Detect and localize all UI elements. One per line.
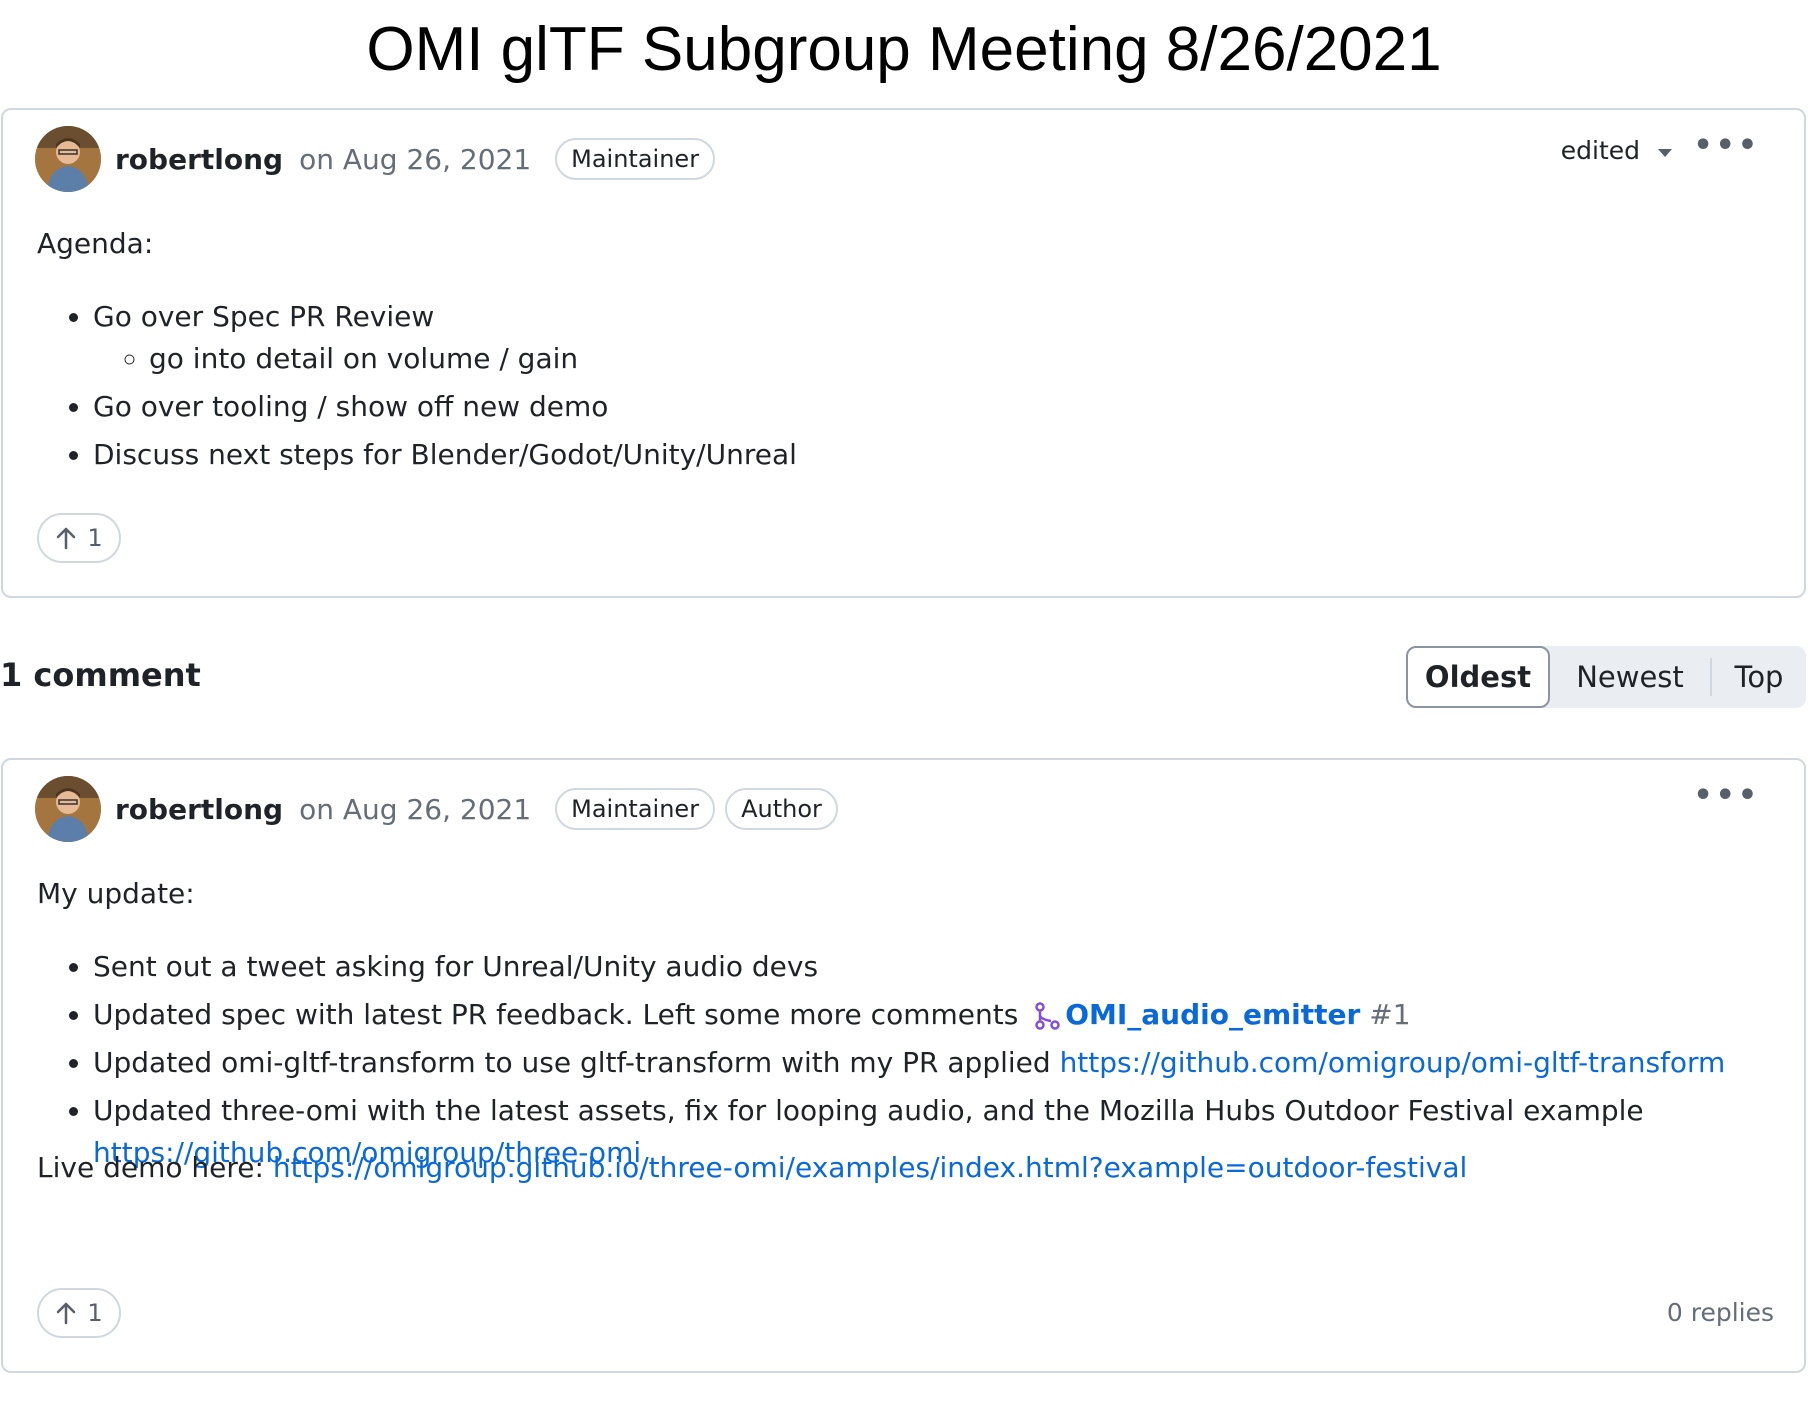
post-header: robertlong on Aug 26, 2021 Maintainer	[35, 126, 716, 192]
list-item: Discuss next steps for Blender/Godot/Uni…	[93, 434, 797, 476]
agenda-list: Go over Spec PR Review go into detail on…	[37, 296, 797, 482]
comment-card: robertlong on Aug 26, 2021 Maintainer Au…	[1, 758, 1806, 1373]
edited-dropdown[interactable]: edited	[1561, 136, 1672, 165]
list-item: Updated spec with latest PR feedback. Le…	[93, 994, 1793, 1036]
arrow-up-icon	[57, 527, 76, 550]
post-intro: Agenda:	[37, 227, 154, 260]
update-list: Sent out a tweet asking for Unreal/Unity…	[37, 946, 1793, 1180]
comments-count: 1 comment	[0, 656, 201, 694]
pr-number[interactable]: #1	[1369, 998, 1410, 1031]
live-demo-link[interactable]: https://omigroup.github.io/three-omi/exa…	[273, 1151, 1467, 1184]
git-pull-request-icon	[1035, 1002, 1060, 1030]
avatar[interactable]	[35, 776, 101, 842]
upvote-count: 1	[87, 1299, 103, 1327]
comment-date[interactable]: on Aug 26, 2021	[299, 793, 531, 826]
sort-top-button[interactable]: Top	[1710, 658, 1806, 696]
triangle-down-icon	[1658, 148, 1672, 157]
omi-gltf-transform-link[interactable]: https://github.com/omigroup/omi-gltf-tra…	[1060, 1046, 1726, 1079]
discussion-post: robertlong on Aug 26, 2021 Maintainer ed…	[1, 108, 1806, 598]
pr-link[interactable]: OMI_audio_emitter	[1065, 998, 1360, 1031]
author-name[interactable]: robertlong	[115, 143, 283, 176]
demo-label: Live demo here:	[37, 1151, 264, 1184]
kebab-horizontal-icon[interactable]: •••	[1693, 778, 1760, 813]
list-item-text: Updated three-omi with the latest assets…	[93, 1094, 1644, 1127]
list-item: Go over Spec PR Review go into detail on…	[93, 296, 797, 380]
list-item: Sent out a tweet asking for Unreal/Unity…	[93, 946, 1793, 988]
page-title: OMI glTF Subgroup Meeting 8/26/2021	[366, 15, 1442, 84]
sort-oldest-button[interactable]: Oldest	[1406, 646, 1550, 708]
post-date[interactable]: on Aug 26, 2021	[299, 143, 531, 176]
upvote-count: 1	[87, 524, 103, 552]
edited-label: edited	[1560, 136, 1640, 165]
comment-header: robertlong on Aug 26, 2021 Maintainer Au…	[35, 776, 838, 842]
kebab-horizontal-icon[interactable]: •••	[1693, 128, 1760, 163]
list-item-text: Go over Spec PR Review	[93, 300, 435, 333]
list-item: go into detail on volume / gain	[149, 338, 797, 380]
sort-toggle: Oldest Newest Top	[1406, 646, 1806, 708]
upvote-button[interactable]: 1	[37, 1288, 121, 1338]
replies-count[interactable]: 0 replies	[1667, 1298, 1774, 1327]
avatar[interactable]	[35, 126, 101, 192]
upvote-button[interactable]: 1	[37, 513, 121, 563]
arrow-up-icon	[57, 1302, 76, 1325]
list-item: Go over tooling / show off new demo	[93, 386, 797, 428]
author-name[interactable]: robertlong	[115, 793, 283, 826]
sort-newest-button[interactable]: Newest	[1550, 646, 1710, 708]
maintainer-badge: Maintainer	[555, 138, 716, 180]
comment-intro: My update:	[37, 877, 195, 910]
list-item-text: Updated spec with latest PR feedback. Le…	[93, 998, 1019, 1031]
list-item: Updated omi-gltf-transform to use gltf-t…	[93, 1042, 1793, 1084]
maintainer-badge: Maintainer	[555, 788, 716, 830]
author-badge: Author	[725, 788, 838, 830]
sub-list: go into detail on volume / gain	[93, 338, 797, 380]
live-demo-line: Live demo here: https://omigroup.github.…	[37, 1148, 1467, 1188]
list-item-text: Updated omi-gltf-transform to use gltf-t…	[93, 1046, 1051, 1079]
